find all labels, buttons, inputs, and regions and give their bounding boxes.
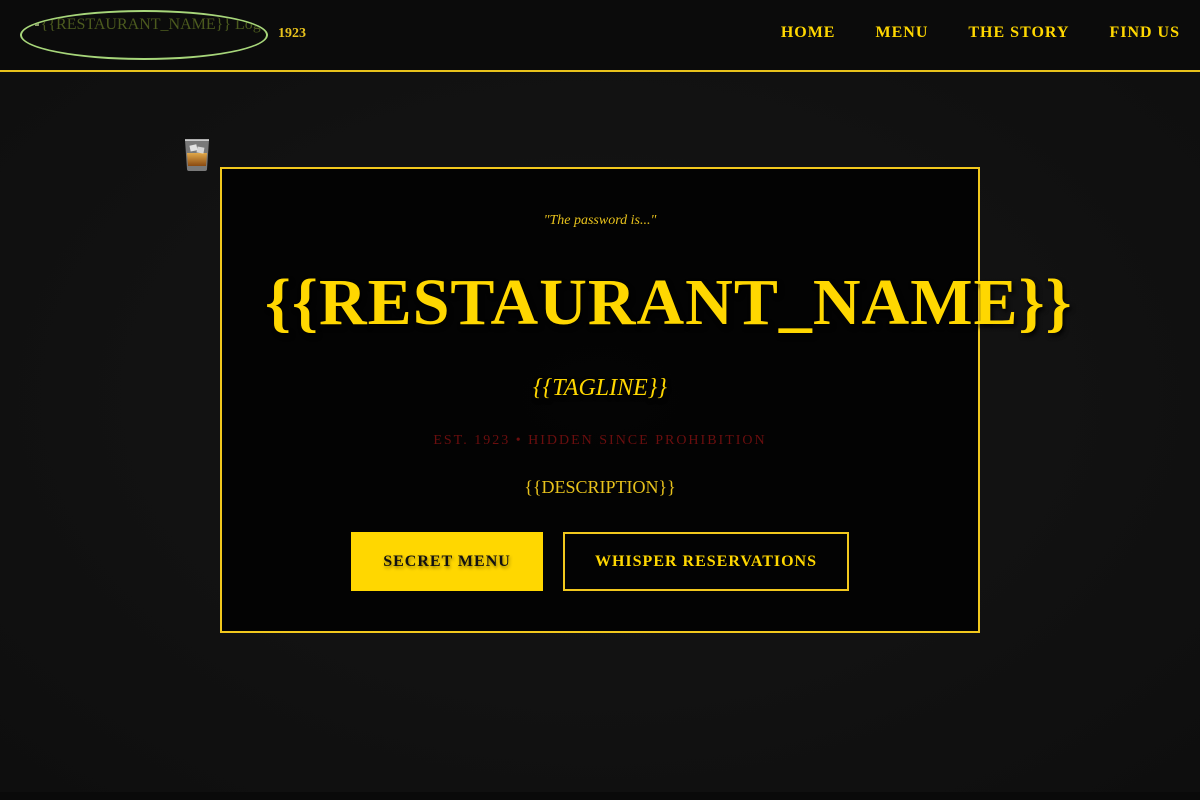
logo-broken-image: ▪{{RESTAURANT_NAME}} Logo xyxy=(34,16,268,34)
restaurant-title: {{RESTAURANT_NAME}} xyxy=(265,266,1073,339)
logo-link[interactable]: ▪{{RESTAURANT_NAME}} Logo xyxy=(20,10,268,60)
description: {{DESCRIPTION}} xyxy=(524,477,676,497)
logo-year: 1923 xyxy=(278,26,306,41)
secret-menu-button[interactable]: SECRET MENU xyxy=(351,532,543,591)
whiskey-glass-icon xyxy=(185,139,209,171)
nav-find-us[interactable]: FIND US xyxy=(1109,24,1180,42)
logo-alt-text: {{RESTAURANT_NAME}} Logo xyxy=(40,16,268,33)
broken-image-icon: ▪ xyxy=(34,16,40,33)
hero-card: "The password is..." {{RESTAURANT_NAME}}… xyxy=(220,167,1072,633)
nav-the-story[interactable]: THE STORY xyxy=(968,24,1069,42)
whisper-reservations-button[interactable]: WHISPER RESERVATIONS xyxy=(563,532,849,591)
page-bottom-edge xyxy=(0,792,1200,800)
established-line: EST. 1923 • HIDDEN SINCE PROHIBITION xyxy=(433,433,767,448)
password-teaser: "The password is..." xyxy=(543,213,657,228)
nav-menu[interactable]: MENU xyxy=(875,24,928,42)
site-header: ▪{{RESTAURANT_NAME}} Logo 1923 HOME MENU… xyxy=(0,0,1200,72)
main-nav: HOME MENU THE STORY FIND US xyxy=(781,24,1180,42)
nav-home[interactable]: HOME xyxy=(781,24,836,42)
tagline: {{TAGLINE}} xyxy=(533,375,667,401)
